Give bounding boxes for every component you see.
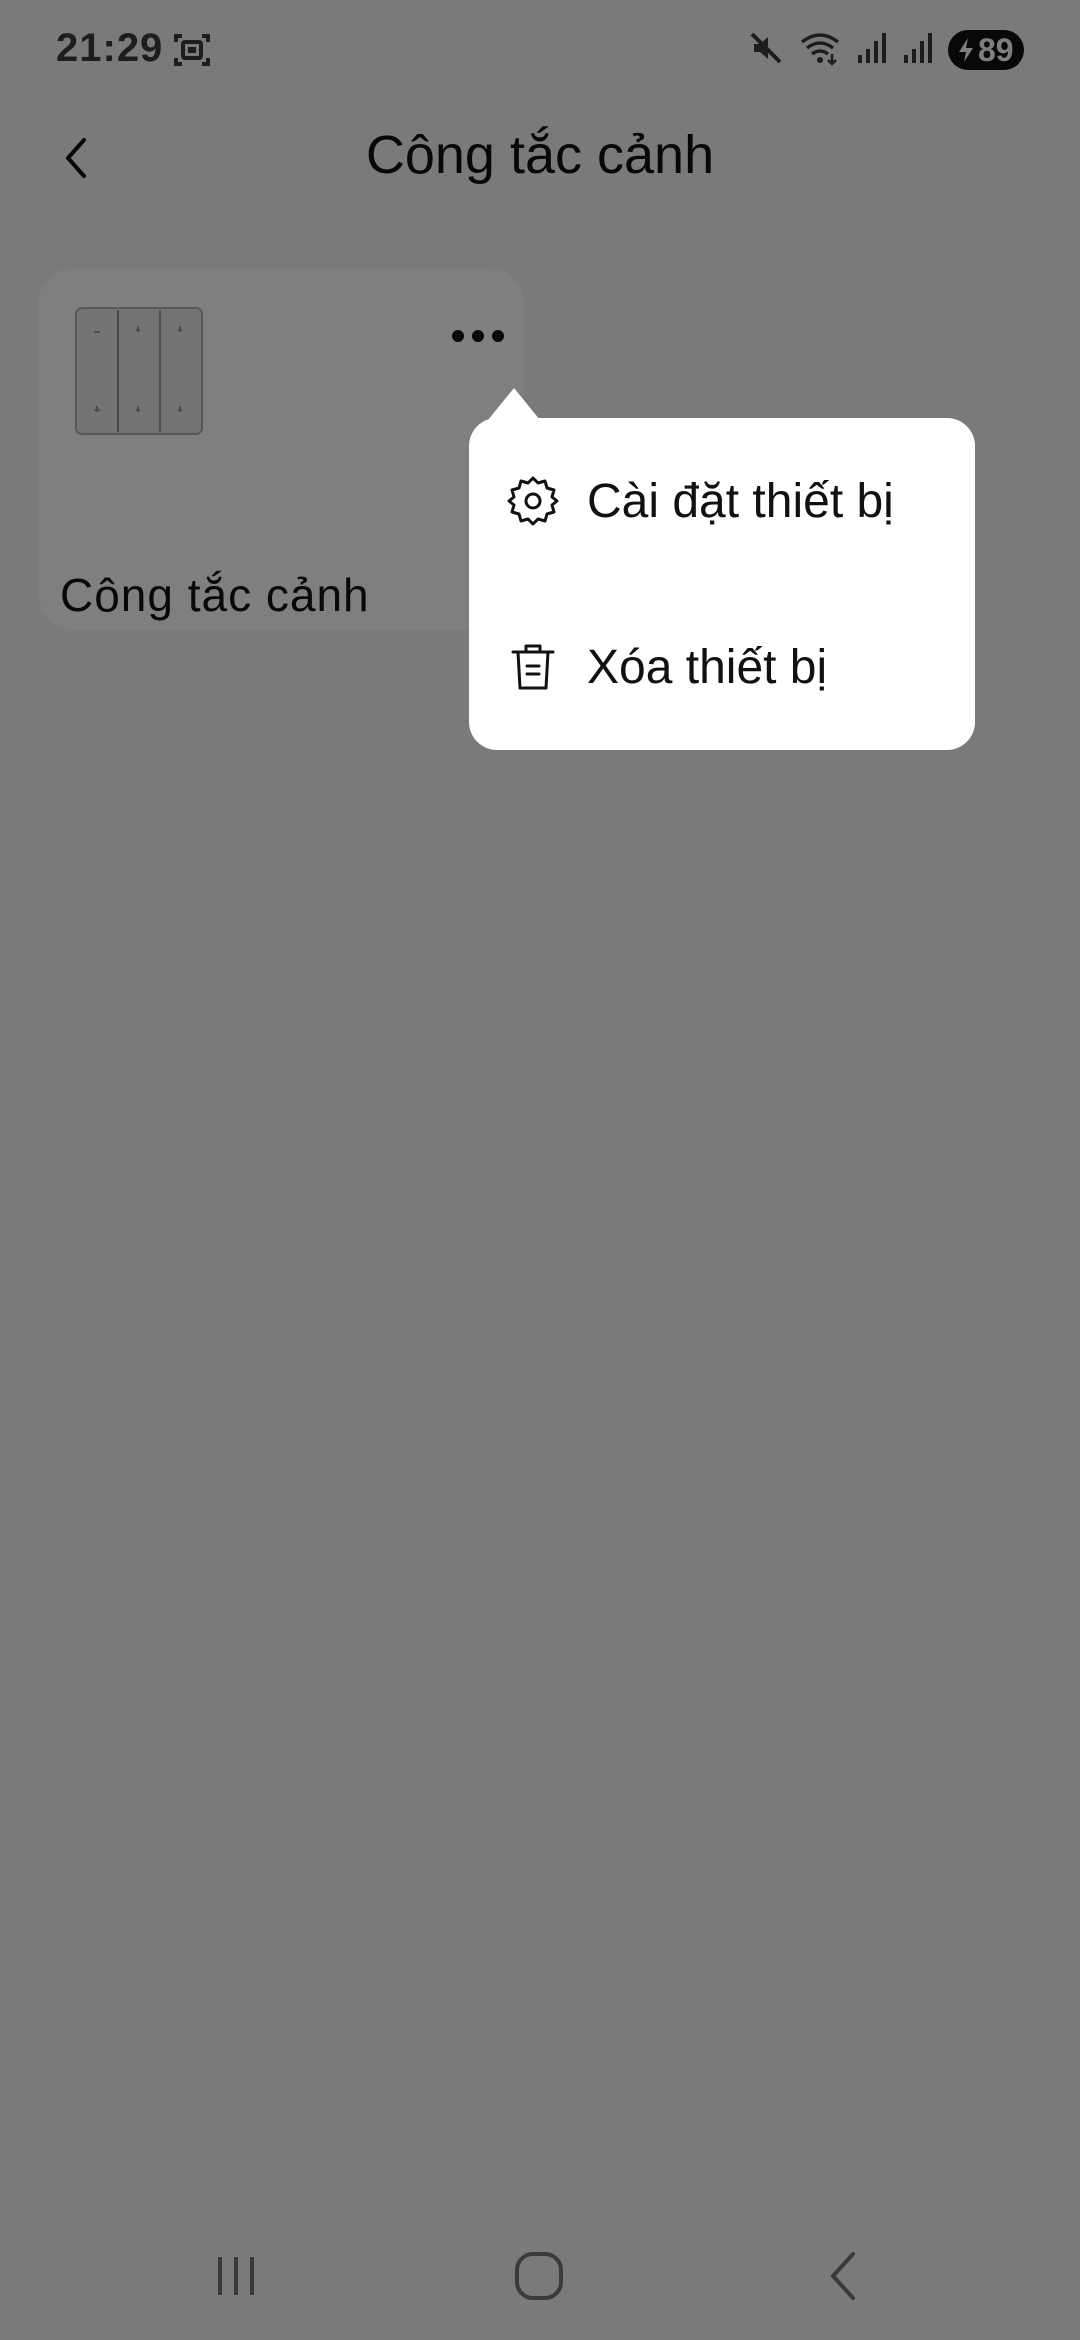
navigation-bar bbox=[0, 2220, 1080, 2330]
nav-back-button[interactable] bbox=[793, 2236, 893, 2316]
home-icon bbox=[515, 2252, 563, 2300]
recents-icon bbox=[218, 2257, 254, 2295]
menu-item-label: Xóa thiết bị bbox=[587, 640, 828, 694]
modal-overlay[interactable] bbox=[0, 0, 1080, 2340]
popup-arrow bbox=[488, 388, 540, 420]
trash-icon bbox=[505, 639, 561, 695]
recents-button[interactable] bbox=[186, 2236, 286, 2316]
menu-item-label: Cài đặt thiết bị bbox=[587, 474, 894, 528]
menu-item-device-settings[interactable]: Cài đặt thiết bị bbox=[469, 426, 975, 576]
back-icon bbox=[831, 2252, 855, 2300]
gear-icon bbox=[505, 473, 561, 529]
menu-item-delete-device[interactable]: Xóa thiết bị bbox=[469, 592, 975, 742]
home-button[interactable] bbox=[489, 2236, 589, 2316]
popup-menu: Cài đặt thiết bị Xóa thiết bị bbox=[469, 418, 975, 750]
